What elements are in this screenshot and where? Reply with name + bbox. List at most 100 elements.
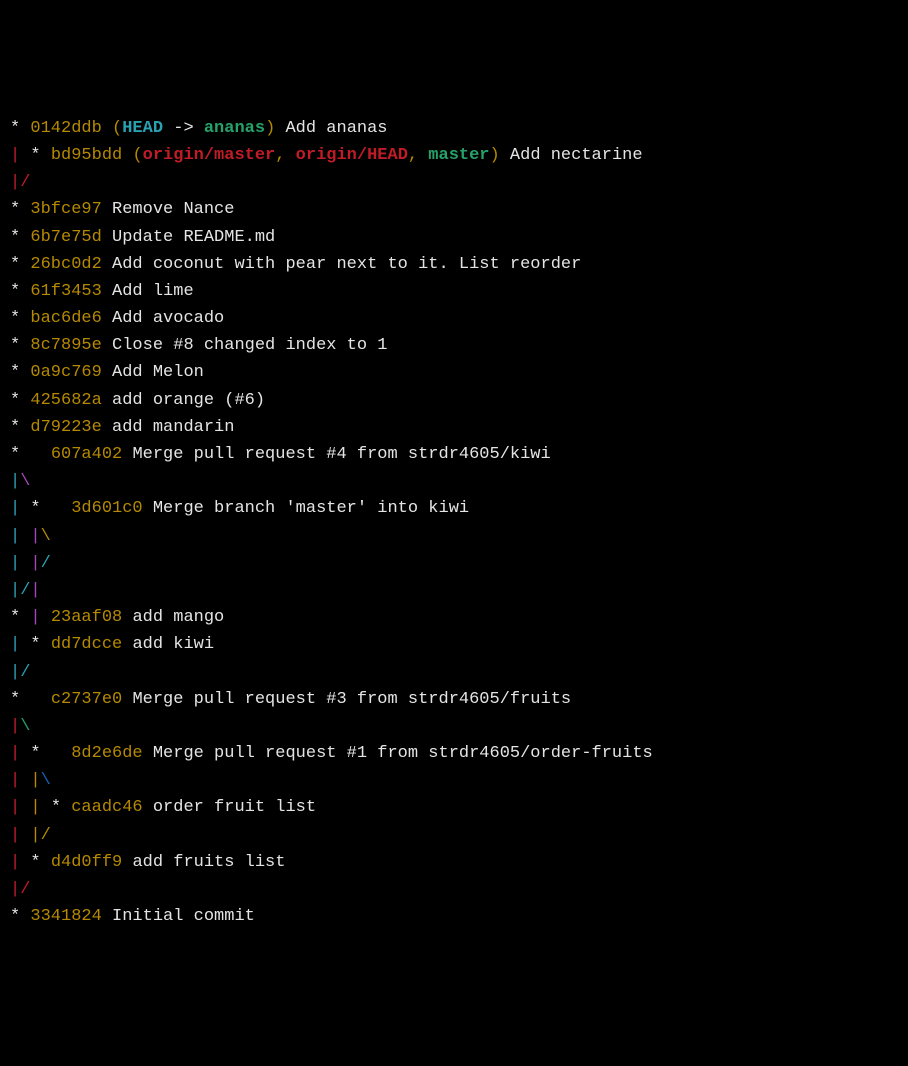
graph-line: | |\ bbox=[10, 767, 898, 794]
commit-message: add orange (#6) bbox=[112, 391, 265, 410]
graph-line: |\ bbox=[10, 713, 898, 740]
graph-node: * bbox=[30, 853, 50, 872]
commit-message: Merge branch 'master' into kiwi bbox=[153, 499, 469, 518]
commit-message: Add nectarine bbox=[510, 146, 643, 165]
git-log-graph: * 0142ddb (HEAD -> ananas) Add ananas| *… bbox=[10, 115, 898, 931]
graph-edge: | bbox=[30, 608, 50, 627]
graph-line: | |/ bbox=[10, 550, 898, 577]
graph-node: * bbox=[10, 445, 51, 464]
commit-message: Merge pull request #1 from strdr4605/ord… bbox=[153, 744, 653, 763]
graph-node: * bbox=[10, 418, 30, 437]
graph-edge: | bbox=[10, 798, 30, 817]
commit-line: * d79223e add mandarin bbox=[10, 414, 898, 441]
commit-hash: 23aaf08 bbox=[51, 608, 122, 627]
branch-ref: ananas bbox=[204, 119, 265, 138]
commit-line: * 607a402 Merge pull request #4 from str… bbox=[10, 441, 898, 468]
commit-message: Add coconut with pear next to it. List r… bbox=[112, 255, 581, 274]
commit-message: Remove Nance bbox=[112, 200, 234, 219]
commit-line: * | 23aaf08 add mango bbox=[10, 604, 898, 631]
commit-line: | * d4d0ff9 add fruits list bbox=[10, 849, 898, 876]
graph-edge: | bbox=[10, 499, 30, 518]
commit-line: * 425682a add orange (#6) bbox=[10, 387, 898, 414]
commit-hash: 26bc0d2 bbox=[30, 255, 101, 274]
commit-message: Initial commit bbox=[112, 907, 255, 926]
graph-edge: | bbox=[30, 798, 50, 817]
graph-node: * bbox=[10, 255, 30, 274]
commit-message: add kiwi bbox=[132, 635, 214, 654]
graph-node: * bbox=[10, 391, 30, 410]
commit-line: * 0142ddb (HEAD -> ananas) Add ananas bbox=[10, 115, 898, 142]
graph-node: * bbox=[10, 608, 30, 627]
commit-hash: 8d2e6de bbox=[71, 744, 142, 763]
graph-node: * bbox=[10, 228, 30, 247]
graph-node: * bbox=[10, 907, 30, 926]
commit-line: | | * caadc46 order fruit list bbox=[10, 794, 898, 821]
commit-hash: 0a9c769 bbox=[30, 363, 101, 382]
graph-edge: | bbox=[10, 146, 20, 165]
commit-message: add fruits list bbox=[132, 853, 285, 872]
commit-message: Add avocado bbox=[112, 309, 224, 328]
graph-node: * bbox=[30, 635, 50, 654]
graph-line: |/ bbox=[10, 876, 898, 903]
graph-node: * bbox=[10, 119, 30, 138]
commit-message: Close #8 changed index to 1 bbox=[112, 336, 387, 355]
commit-line: * 6b7e75d Update README.md bbox=[10, 224, 898, 251]
commit-line: * bac6de6 Add avocado bbox=[10, 305, 898, 332]
commit-line: * c2737e0 Merge pull request #3 from str… bbox=[10, 686, 898, 713]
commit-line: | * bd95bdd (origin/master, origin/HEAD,… bbox=[10, 142, 898, 169]
remote-ref: origin/HEAD bbox=[296, 146, 408, 165]
graph-node: * bbox=[10, 309, 30, 328]
commit-hash: bac6de6 bbox=[30, 309, 101, 328]
graph-node: * bbox=[30, 499, 71, 518]
commit-hash: c2737e0 bbox=[51, 690, 122, 709]
graph-node: * bbox=[10, 200, 30, 219]
graph-line: | |\ bbox=[10, 523, 898, 550]
graph-edge: | bbox=[10, 635, 30, 654]
commit-hash: 3d601c0 bbox=[71, 499, 142, 518]
commit-hash: 3341824 bbox=[30, 907, 101, 926]
graph-node: * bbox=[10, 363, 30, 382]
graph-line: | |/ bbox=[10, 822, 898, 849]
graph-line: |\ bbox=[10, 468, 898, 495]
commit-line: | * 3d601c0 Merge branch 'master' into k… bbox=[10, 495, 898, 522]
commit-message: Merge pull request #4 from strdr4605/kiw… bbox=[132, 445, 550, 464]
branch-ref: master bbox=[428, 146, 489, 165]
commit-line: * 0a9c769 Add Melon bbox=[10, 359, 898, 386]
commit-message: order fruit list bbox=[153, 798, 316, 817]
head-ref: HEAD bbox=[122, 119, 163, 138]
graph-edge: | bbox=[10, 744, 30, 763]
commit-hash: d79223e bbox=[30, 418, 101, 437]
commit-hash: 3bfce97 bbox=[30, 200, 101, 219]
graph-node: * bbox=[30, 744, 71, 763]
graph-line: |/ bbox=[10, 659, 898, 686]
commit-hash: dd7dcce bbox=[51, 635, 122, 654]
commit-hash: 6b7e75d bbox=[30, 228, 101, 247]
commit-hash: bd95bdd bbox=[51, 146, 122, 165]
commit-line: | * 8d2e6de Merge pull request #1 from s… bbox=[10, 740, 898, 767]
commit-line: * 3bfce97 Remove Nance bbox=[10, 196, 898, 223]
commit-message: Add Melon bbox=[112, 363, 204, 382]
commit-hash: 8c7895e bbox=[30, 336, 101, 355]
commit-hash: 61f3453 bbox=[30, 282, 101, 301]
commit-message: Update README.md bbox=[112, 228, 275, 247]
commit-message: Merge pull request #3 from strdr4605/fru… bbox=[132, 690, 571, 709]
commit-line: * 61f3453 Add lime bbox=[10, 278, 898, 305]
commit-message: add mango bbox=[132, 608, 224, 627]
commit-line: * 26bc0d2 Add coconut with pear next to … bbox=[10, 251, 898, 278]
graph-node: * bbox=[20, 146, 51, 165]
commit-hash: 425682a bbox=[30, 391, 101, 410]
commit-hash: 0142ddb bbox=[30, 119, 101, 138]
commit-message: Add lime bbox=[112, 282, 194, 301]
remote-ref: origin/master bbox=[143, 146, 276, 165]
graph-line: |/| bbox=[10, 577, 898, 604]
commit-hash: 607a402 bbox=[51, 445, 122, 464]
graph-node: * bbox=[10, 336, 30, 355]
commit-line: * 8c7895e Close #8 changed index to 1 bbox=[10, 332, 898, 359]
graph-line: |/ bbox=[10, 169, 898, 196]
commit-hash: caadc46 bbox=[71, 798, 142, 817]
graph-node: * bbox=[10, 690, 51, 709]
graph-edge: | bbox=[10, 853, 30, 872]
commit-message: add mandarin bbox=[112, 418, 234, 437]
commit-line: | * dd7dcce add kiwi bbox=[10, 631, 898, 658]
commit-line: * 3341824 Initial commit bbox=[10, 903, 898, 930]
